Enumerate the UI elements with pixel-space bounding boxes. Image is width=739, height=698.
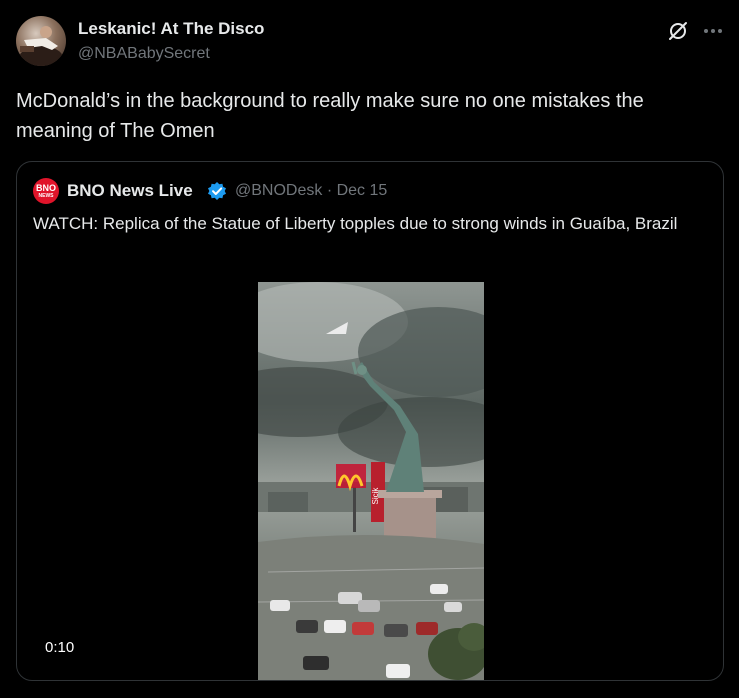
more-icon[interactable] <box>700 18 726 44</box>
author-avatar[interactable] <box>16 16 66 66</box>
video-timestamp: 0:10 <box>45 639 75 656</box>
bno-avatar[interactable]: BNO NEWS <box>33 178 59 204</box>
bno-avatar-subtext: NEWS <box>38 192 54 199</box>
bno-avatar-text: BNO <box>36 182 56 193</box>
author-name[interactable]: Leskanic! At The Disco <box>78 19 264 39</box>
grok-icon[interactable] <box>667 20 689 42</box>
quoted-author-name[interactable]: BNO News Live <box>67 181 193 201</box>
verified-badge-icon <box>207 181 227 201</box>
quoted-handle-date[interactable]: @BNODesk · Dec 15 <box>235 182 387 200</box>
quoted-post-text: WATCH: Replica of the Statue of Liberty … <box>33 214 678 233</box>
video-player[interactable]: Sicik <box>258 282 484 680</box>
post-text: McDonald’s in the background to really m… <box>16 90 644 142</box>
quoted-post[interactable]: BNO NEWS BNO News Live @BNODesk · Dec 15… <box>16 161 724 681</box>
author-handle[interactable]: @NBABabySecret <box>78 45 210 63</box>
